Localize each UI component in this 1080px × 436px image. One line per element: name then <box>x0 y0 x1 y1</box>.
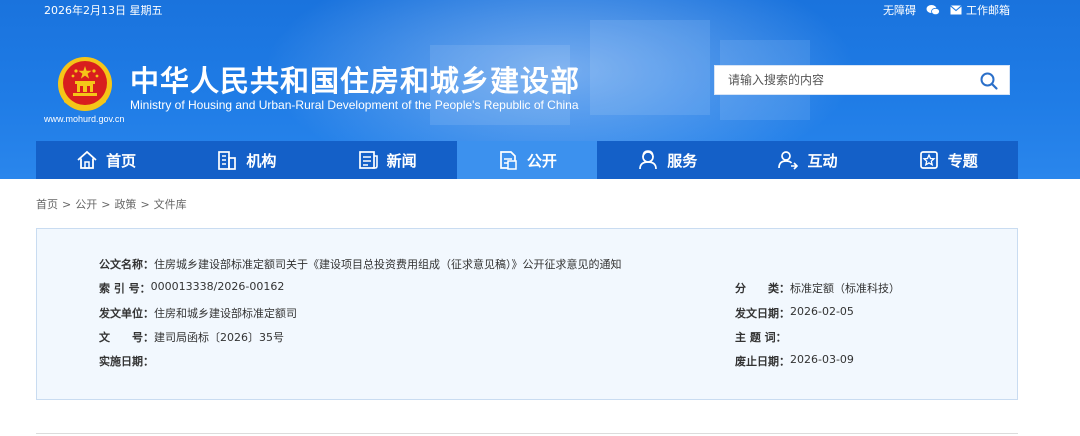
document-number: 建司局函标〔2026〕35号 <box>154 331 284 344</box>
breadcrumb-public[interactable]: 公开 <box>75 196 97 212</box>
expiry-date: 2026-03-09 <box>790 353 854 366</box>
field-label: 分 类： <box>735 282 790 295</box>
accessibility-link[interactable]: 无障碍 <box>883 2 916 18</box>
field-label: 实施日期： <box>99 355 154 368</box>
nav-label: 服务 <box>667 151 698 170</box>
nav-label: 新闻 <box>386 151 417 170</box>
nav-item-interaction[interactable]: 互动 <box>737 141 877 179</box>
issue-date: 2026-02-05 <box>790 305 854 318</box>
field-label: 文 号： <box>99 331 154 344</box>
document-title: 住房城乡建设部标准定额司关于《建设项目总投资费用组成（征求意见稿）》公开征求意见… <box>154 258 622 271</box>
topic-icon <box>919 151 938 169</box>
topbar-links: 无障碍 工作邮箱 <box>883 2 1010 18</box>
document-info-panel: 公文名称： 住房城乡建设部标准定额司关于《建设项目总投资费用组成（征求意见稿）》… <box>36 228 1018 400</box>
index-number: 000013338/2026-00162 <box>150 280 285 293</box>
nav-label: 专题 <box>947 151 978 170</box>
interaction-icon <box>778 151 799 170</box>
document-number-row: 文 号： 建司局函标〔2026〕35号 <box>99 329 284 345</box>
nav-label: 公开 <box>526 151 557 170</box>
breadcrumb-file-library[interactable]: 文件库 <box>154 196 187 212</box>
field-label: 废止日期： <box>735 355 790 368</box>
category-row: 分 类： 标准定额（标准科技） <box>735 280 900 296</box>
nav-item-organization[interactable]: 机构 <box>176 141 316 179</box>
site-title[interactable]: 中华人民共和国住房和城乡建设部 <box>130 58 580 100</box>
breadcrumb: 首页 > 公开 > 政策 > 文件库 <box>36 196 187 212</box>
site-url: www.mohurd.gov.cn <box>44 114 125 124</box>
nav-item-news[interactable]: 新闻 <box>317 141 457 179</box>
nav-label: 互动 <box>807 151 838 170</box>
field-label: 主 题 词： <box>735 331 787 344</box>
work-email-link[interactable]: 工作邮箱 <box>950 2 1010 18</box>
field-label: 索 引 号： <box>99 282 151 295</box>
document-title-row: 公文名称： 住房城乡建设部标准定额司关于《建设项目总投资费用组成（征求意见稿）》… <box>99 256 622 272</box>
news-icon <box>358 151 378 169</box>
breadcrumb-separator: > <box>62 197 72 211</box>
field-label: 发文日期： <box>735 307 790 320</box>
field-label: 发文单位： <box>99 307 154 320</box>
site-header: 2026年2月13日 星期五 无障碍 工作邮箱 www.mohurd.gov.c… <box>0 0 1080 179</box>
accessibility-label: 无障碍 <box>883 4 916 17</box>
mail-icon <box>950 5 962 15</box>
breadcrumb-separator: > <box>101 197 111 211</box>
building-icon <box>218 151 237 170</box>
issuer: 住房和城乡建设部标准定额司 <box>154 307 297 320</box>
effective-date-row: 实施日期： <box>99 353 154 369</box>
content-divider <box>36 433 1018 434</box>
nav-label: 首页 <box>106 151 137 170</box>
service-icon <box>639 150 658 170</box>
search-input[interactable] <box>715 66 965 94</box>
keywords-row: 主 题 词： <box>735 329 787 345</box>
national-emblem-icon[interactable] <box>56 56 114 114</box>
search-icon[interactable] <box>979 71 999 91</box>
nav-item-service[interactable]: 服务 <box>597 141 737 179</box>
breadcrumb-policy[interactable]: 政策 <box>114 196 136 212</box>
breadcrumb-home[interactable]: 首页 <box>36 196 58 212</box>
category: 标准定额（标准科技） <box>790 282 900 295</box>
background-building <box>590 20 710 115</box>
current-date: 2026年2月13日 星期五 <box>44 4 163 17</box>
index-number-row: 索 引 号： 000013338/2026-00162 <box>99 280 284 296</box>
home-icon <box>77 150 97 169</box>
field-label: 公文名称： <box>99 258 154 271</box>
breadcrumb-separator: > <box>140 197 150 211</box>
wechat-link[interactable] <box>926 4 940 16</box>
main-nav: 首页 机构 新闻 公开 服务 互动 专题 <box>36 141 1018 179</box>
search-box <box>714 65 1010 95</box>
nav-item-topic[interactable]: 专题 <box>878 141 1018 179</box>
document-icon <box>500 151 517 170</box>
expiry-date-row: 废止日期： 2026-03-09 <box>735 353 854 369</box>
nav-item-public[interactable]: 公开 <box>456 141 598 179</box>
work-email-label: 工作邮箱 <box>966 4 1010 17</box>
wechat-icon <box>926 5 940 16</box>
issuer-row: 发文单位： 住房和城乡建设部标准定额司 <box>99 305 297 321</box>
nav-item-home[interactable]: 首页 <box>36 141 176 179</box>
issue-date-row: 发文日期： 2026-02-05 <box>735 305 854 321</box>
nav-label: 机构 <box>246 151 277 170</box>
site-subtitle: Ministry of Housing and Urban-Rural Deve… <box>130 98 579 112</box>
